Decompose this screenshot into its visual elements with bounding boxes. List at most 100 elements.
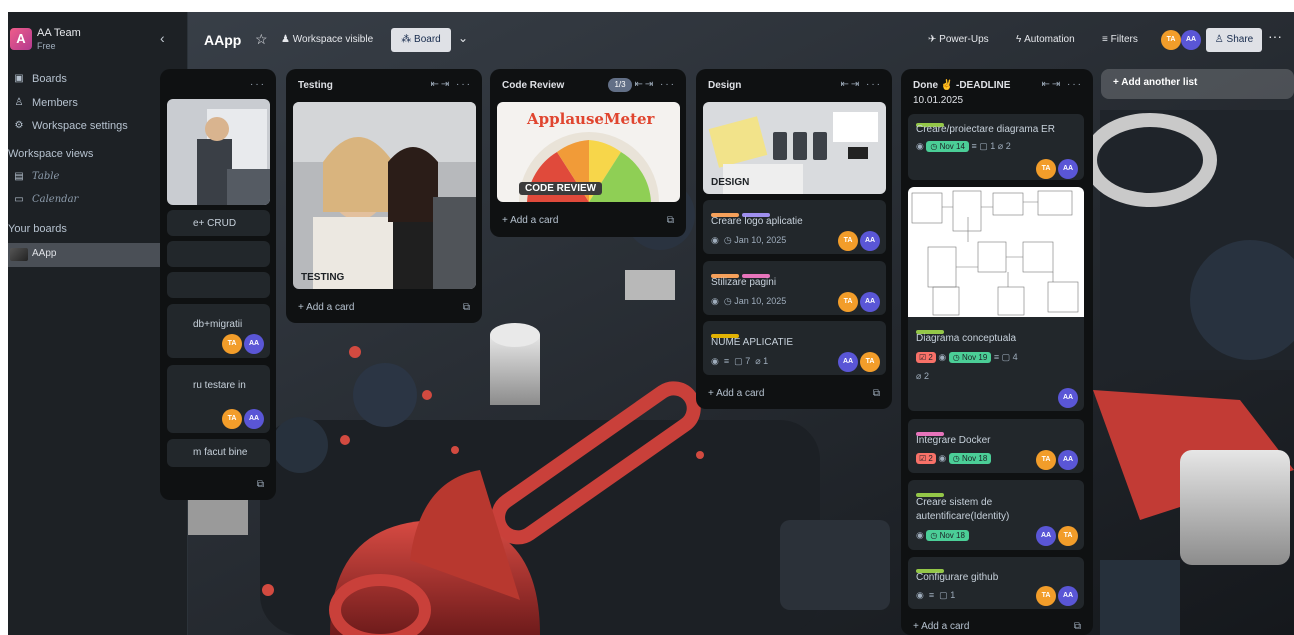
more-icon[interactable]: ··· [1268,28,1282,44]
list-design: Design ⇤⇥ ··· DESIGN Creare logo aplicat… [696,69,892,409]
star-icon[interactable]: ☆ [255,31,268,48]
add-card-button[interactable]: + Add a card [913,621,969,632]
card[interactable]: Configurare github ◉ ≡ ▢ 1 TA AA [908,557,1084,609]
board-view-icon: ⁂ [401,34,415,45]
card-template-icon[interactable]: ⧉ [667,215,674,226]
list-title[interactable]: Testing [298,80,333,91]
avatar: AA [860,231,880,251]
avatar[interactable]: TA [1161,30,1181,50]
card-badges: ☑ 2 ◉ ◷ Nov 18 [916,453,992,464]
list-actions-icon[interactable]: ⇤⇥ ··· [634,79,676,90]
description-icon: ≡ [928,590,935,600]
eye-icon: ◉ [711,235,719,245]
card-title: db+migratii [193,319,243,330]
automation-label: Automation [1024,34,1075,45]
add-card-button[interactable]: + Add a card [298,302,354,313]
list-actions-icon[interactable]: ⇤⇥ ··· [430,79,472,90]
card-badges: ◉ ◷ Nov 14 ≡ ▢ 1 ⌀ 2 [916,141,1011,152]
card[interactable]: m facut bine [167,439,270,467]
board-members[interactable]: TA AA [1161,30,1201,50]
workspace-header[interactable]: A AA Team Free ‹ [8,26,188,56]
cover-brand-text: ApplauseMeter [527,110,655,128]
card-cover-image [167,99,270,205]
card-design-cover[interactable]: DESIGN [703,102,886,194]
eye-icon: ◉ [938,352,947,362]
sidebar-item-label: Members [32,97,78,109]
card-members: AA TA [836,352,880,372]
list-title[interactable]: Design [708,80,741,91]
card[interactable]: Creare sistem de autentificare(Identity)… [908,480,1084,550]
visibility-button[interactable]: ♟ Workspace visible [281,34,373,45]
card-testing-cover[interactable]: TESTING [293,102,476,289]
card[interactable]: NUME APLICATIE ◉ ≡ ▢ 7 ⌀ 1 AA TA [703,321,886,375]
card-members: AA TA [1034,526,1078,546]
list-code-review: Code Review 1/3 ⇤⇥ ··· ApplauseMeter COD… [490,69,686,237]
avatar: AA [1058,159,1078,179]
card[interactable]: ru testare in TA AA [167,365,270,433]
avatar: AA [244,334,264,354]
sidebar-item-members[interactable]: ♙ Members + [12,93,184,113]
card-badges: ☑ 2 ◉ ◷ Nov 19 ≡ ▢ 4 [916,352,1018,363]
card-title: m facut bine [193,447,248,458]
sidebar-item-table[interactable]: ▤ Table [12,167,184,187]
comment-icon: ▢ [1001,352,1011,362]
card-template-icon[interactable]: ⧉ [873,388,880,399]
share-button[interactable]: ♙ Share [1206,28,1262,52]
card[interactable]: Creare/proiectare diagrama ER ◉ ◷ Nov 14… [908,114,1084,180]
add-card-button[interactable]: + Add a card [708,388,764,399]
card-template-icon[interactable]: ⧉ [1074,621,1081,632]
checklist-badge: ☑ 2 [916,453,936,464]
avatar: AA [838,352,858,372]
card-members: TA AA [1034,450,1078,470]
avatar: AA [860,292,880,312]
card-code-review-cover[interactable]: ApplauseMeter CODE REVIEW [497,102,680,202]
card[interactable]: Creare logo aplicatie ◉ ◷ Jan 10, 2025 T… [703,200,886,254]
list-actions-icon[interactable]: ⇤⇥ ··· [1041,79,1083,90]
card[interactable] [167,241,270,267]
eye-icon: ◉ [711,296,719,306]
your-boards-row: + [12,219,184,239]
list-title-line2: 10.01.2025 [913,95,964,106]
add-card-button[interactable]: + Add a card [502,215,558,226]
sidebar-item-calendar[interactable]: ▭ Calendar [12,190,184,210]
card[interactable]: Diagrama conceptuala ☑ 2 ◉ ◷ Nov 19 ≡ ▢ … [908,187,1084,411]
sidebar-item-workspace-settings[interactable]: ⚙ Workspace settings ⌄ [12,116,184,136]
list-title-line1[interactable]: Done ✌ -DEADLINE [913,80,1010,91]
view-switcher-button[interactable]: ⁂ Board [391,28,451,52]
filters-button[interactable]: ≡ Filters [1102,34,1138,45]
card[interactable] [167,99,270,205]
card-template-icon[interactable]: ⧉ [463,302,470,313]
list-title[interactable]: Code Review [502,80,564,91]
card-badges: ◉ ≡ ▢ 7 ⌀ 1 [711,356,768,367]
card-template-icon[interactable]: ⧉ [257,479,264,490]
card-title: NUME APLICATIE [711,337,794,348]
list-actions-icon[interactable]: ⇤⇥ ··· [840,79,882,90]
sidebar-item-boards[interactable]: ▣ Boards [12,69,184,89]
avatar: TA [838,292,858,312]
sidebar-item-label: Calendar [32,194,79,205]
card-cover-image [293,102,476,289]
window-left-edge [0,0,8,635]
eye-icon: ◉ [938,453,947,463]
list-menu-icon[interactable]: ··· [250,79,266,90]
table-icon: ▤ [14,171,24,182]
card[interactable] [167,272,270,298]
card-labels [916,425,947,436]
comment-count: 4 [1012,352,1018,362]
collapse-sidebar-icon[interactable]: ‹ [160,30,165,46]
eye-icon: ◉ [916,530,924,540]
chevron-down-icon[interactable]: ⌄ [458,31,468,45]
card[interactable]: e+ CRUD [167,210,270,236]
card[interactable]: Integrare Docker ☑ 2 ◉ ◷ Nov 18 TA AA [908,419,1084,473]
card-cover-caption: CODE REVIEW [519,182,603,195]
checklist-badge: ☑ 2 [916,352,936,363]
due-date: Jan 10, 2025 [734,235,787,245]
view-label: Board [414,34,441,45]
add-list-button[interactable]: + Add another list [1101,69,1294,99]
board-title[interactable]: AApp [204,32,241,48]
card[interactable]: Stilizare pagini ◉ ◷ Jan 10, 2025 TA AA [703,261,886,315]
card[interactable]: db+migratii TA AA [167,304,270,358]
avatar[interactable]: AA [1181,30,1201,50]
power-ups-button[interactable]: ✈ Power-Ups [928,34,989,45]
automation-button[interactable]: ϟ Automation [1016,34,1075,45]
